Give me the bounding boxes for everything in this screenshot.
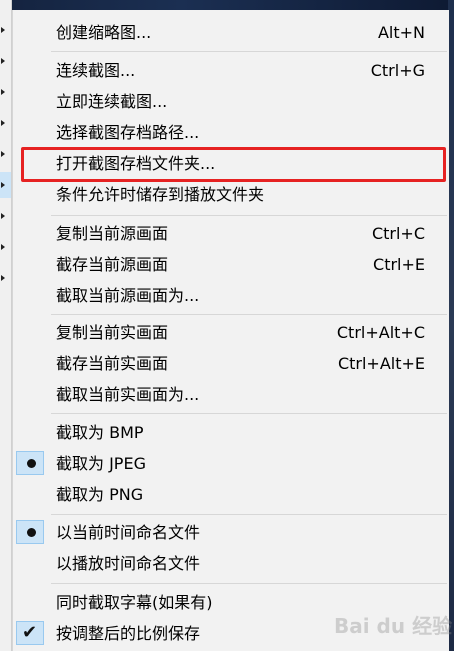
menu-separator (51, 314, 447, 315)
menu-item-label: 复制当前实画面 (56, 323, 169, 342)
menu-item-format-jpeg[interactable]: 截取为 JPEG (13, 449, 449, 479)
menu-item-label: 立即连续截图... (56, 92, 168, 111)
menu-item-choose-save-path[interactable]: 选择截图存档路径... (13, 118, 449, 148)
menu-item-label: 截取为 PNG (56, 485, 144, 504)
watermark: Bai du 经验 (334, 604, 452, 640)
screenshot-context-menu: 创建缩略图... Alt+N 连续截图... Ctrl+G 立即连续截图... … (12, 10, 449, 651)
menu-item-label: 截取为 BMP (56, 423, 144, 442)
menu-item-shortcut: Ctrl+Alt+E (337, 354, 425, 373)
radio-indicator (16, 451, 44, 475)
menu-item-label: 创建缩略图... (56, 23, 152, 42)
menu-item-shortcut: Ctrl+Alt+C (336, 323, 425, 342)
menu-item-shortcut: Alt+N (377, 23, 425, 42)
menu-item-label: 截取当前源画面为... (56, 286, 200, 305)
menu-item-label: 截取为 JPEG (56, 454, 146, 473)
radio-bullet-icon (27, 459, 36, 468)
menu-item-label: 截取当前实画面为... (56, 385, 200, 404)
menu-item-capture-actual-frame-as[interactable]: 截取当前实画面为... (13, 380, 449, 410)
submenu-arrow-icon (1, 58, 5, 64)
menu-item-label: 按调整后的比例保存 (56, 624, 201, 643)
menu-item-label: 以当前时间命名文件 (56, 523, 201, 542)
menu-separator (51, 413, 447, 414)
menu-separator (51, 583, 447, 584)
submenu-arrow-icon (1, 89, 5, 95)
submenu-arrow-icon (1, 27, 5, 33)
menu-item-label: 选择截图存档路径... (56, 123, 200, 142)
submenu-arrow-icon (1, 151, 5, 157)
menu-item-copy-actual-frame[interactable]: 复制当前实画面 Ctrl+Alt+C (13, 318, 449, 348)
menu-item-format-png[interactable]: 截取为 PNG (13, 480, 449, 510)
menu-item-label: 同时截取字幕(如果有) (56, 593, 213, 612)
menu-item-label: 连续截图... (56, 61, 136, 80)
radio-bullet-icon (27, 528, 36, 537)
menu-item-format-bmp[interactable]: 截取为 BMP (13, 418, 449, 448)
menu-item-label: 条件允许时储存到播放文件夹 (56, 185, 265, 204)
submenu-arrow-icon (1, 213, 5, 219)
submenu-arrow-icon (1, 120, 5, 126)
menu-item-save-source-frame[interactable]: 截存当前源画面 Ctrl+E (13, 250, 449, 280)
menu-item-save-actual-frame[interactable]: 截存当前实画面 Ctrl+Alt+E (13, 349, 449, 379)
watermark-text: Bai du 经验 (334, 614, 453, 638)
menu-item-name-by-playback-time[interactable]: 以播放时间命名文件 (13, 549, 449, 579)
menu-item-immediate-continuous-capture[interactable]: 立即连续截图... (13, 87, 449, 117)
menu-item-shortcut: Ctrl+C (371, 224, 425, 243)
check-indicator: ✔ (16, 621, 44, 645)
menu-item-label: 截存当前实画面 (56, 354, 169, 373)
checkmark-icon: ✔ (22, 622, 38, 643)
parent-menu-edge (0, 0, 12, 651)
menu-item-save-to-playback-folder[interactable]: 条件允许时储存到播放文件夹 (13, 180, 449, 210)
menu-item-capture-source-frame-as[interactable]: 截取当前源画面为... (13, 281, 449, 311)
menu-separator (51, 215, 447, 216)
menu-item-label: 以播放时间命名文件 (56, 554, 201, 573)
submenu-arrow-icon (1, 182, 5, 188)
menu-separator (51, 514, 447, 515)
menu-separator (51, 51, 447, 52)
menu-item-continuous-capture[interactable]: 连续截图... Ctrl+G (13, 56, 449, 86)
menu-item-label: 截存当前源画面 (56, 255, 169, 274)
menu-item-create-thumbnail[interactable]: 创建缩略图... Alt+N (13, 18, 449, 48)
menu-item-shortcut: Ctrl+E (373, 255, 425, 274)
menu-item-label: 复制当前源画面 (56, 224, 169, 243)
menu-item-name-by-current-time[interactable]: 以当前时间命名文件 (13, 518, 449, 548)
radio-indicator (16, 520, 44, 544)
menu-item-shortcut: Ctrl+G (370, 61, 425, 80)
submenu-arrow-icon (1, 275, 5, 281)
red-highlight-annotation (21, 147, 446, 182)
submenu-arrow-icon (1, 244, 5, 250)
menu-item-copy-source-frame[interactable]: 复制当前源画面 Ctrl+C (13, 219, 449, 249)
